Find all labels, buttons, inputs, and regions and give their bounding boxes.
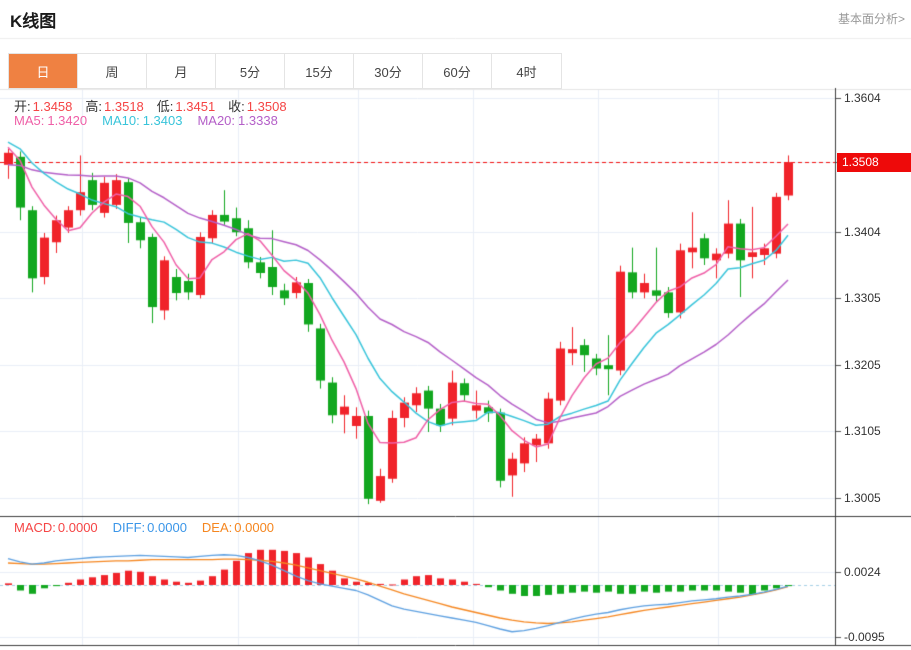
ma20-readout: MA20:1.3338	[197, 113, 277, 128]
tab-week[interactable]: 周	[78, 54, 147, 88]
timeframe-tabs: 日 周 月 5分 15分 30分 60分 4时	[8, 53, 562, 89]
tab-4hour[interactable]: 4时	[492, 54, 561, 88]
fundamental-analysis-link[interactable]: 基本面分析>	[838, 10, 905, 27]
tab-month[interactable]: 月	[147, 54, 216, 88]
macd-legend: MACD:0.0000 DIFF:0.0000 DEA:0.0000	[14, 520, 274, 535]
macd-tick-label: -0.0095	[844, 630, 885, 644]
tab-day[interactable]: 日	[9, 54, 78, 88]
price-tick-label: 1.3105	[844, 424, 881, 438]
tab-30min[interactable]: 30分	[354, 54, 423, 88]
diff-readout: DIFF:0.0000	[113, 520, 187, 535]
dea-readout: DEA:0.0000	[202, 520, 274, 535]
current-price-tag: 1.3508	[837, 153, 911, 172]
tab-15min[interactable]: 15分	[285, 54, 354, 88]
macd-readout: MACD:0.0000	[14, 520, 98, 535]
price-tick-label: 1.3404	[844, 225, 881, 239]
kline-page: K线图 基本面分析> 日 周 月 5分 15分 30分 60分 4时 开:1.3…	[0, 0, 911, 650]
tab-60min[interactable]: 60分	[423, 54, 492, 88]
tab-5min[interactable]: 5分	[216, 54, 285, 88]
ma10-readout: MA10:1.3403	[102, 113, 182, 128]
ma-legend: MA5:1.3420 MA10:1.3403 MA20:1.3338	[14, 113, 278, 128]
macd-tick-label: 0.0024	[844, 565, 881, 579]
price-tick-label: 1.3305	[844, 291, 881, 305]
price-tick-label: 1.3604	[844, 91, 881, 105]
ma5-readout: MA5:1.3420	[14, 113, 87, 128]
price-tick-label: 1.3005	[844, 491, 881, 505]
page-title: K线图	[10, 7, 56, 32]
price-tick-label: 1.3205	[844, 358, 881, 372]
